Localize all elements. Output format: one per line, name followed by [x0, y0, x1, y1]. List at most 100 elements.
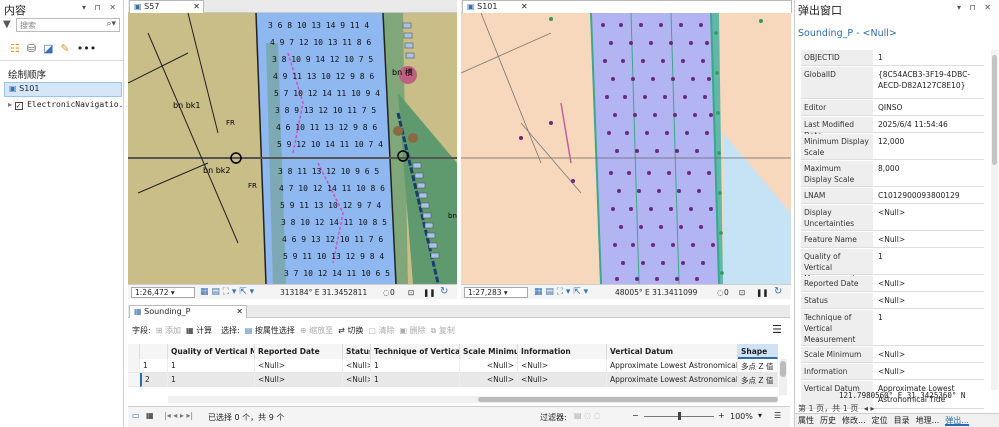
layer-visibility-checkbox[interactable]: ✓ — [14, 102, 23, 110]
layer-search-input[interactable]: 搜索 ⌕▾ — [16, 18, 120, 32]
column-header[interactable]: Scale Minimum — [460, 344, 518, 359]
column-header[interactable]: Quality of Vertical M... — [168, 344, 255, 359]
zoom-in-icon[interactable]: + — [718, 411, 725, 420]
filter-icons[interactable]: ▤ ◌ ◌ — [574, 411, 601, 420]
table-horizontal-scrollbar[interactable] — [168, 396, 778, 403]
table-options-icon[interactable]: ☰ — [774, 411, 781, 420]
table-cell[interactable]: <Null> — [343, 373, 371, 387]
close-tab-icon[interactable]: ✕ — [521, 2, 528, 11]
s101-chart-canvas[interactable] — [461, 13, 791, 284]
zoom-dropdown-icon[interactable]: ▾ — [758, 411, 762, 420]
table-cell[interactable]: <Null> — [460, 373, 518, 387]
list-by-editing-icon[interactable]: ✎ — [61, 42, 70, 55]
row-selector[interactable] — [128, 359, 140, 373]
zoom-level[interactable]: 100% — [730, 412, 753, 421]
column-header[interactable]: Reported Date — [255, 344, 343, 359]
zoom-slider-handle[interactable] — [678, 412, 681, 420]
dock-tab-history[interactable]: 历史 — [820, 415, 836, 426]
list-by-selection-icon[interactable]: ◪ — [43, 42, 53, 55]
expand-arrow-icon[interactable]: ▸ — [8, 100, 12, 109]
table-cell[interactable]: 多点 Z 值 — [738, 373, 778, 387]
filter-icon[interactable]: ▼ — [3, 19, 11, 30]
scrollbar-thumb[interactable] — [992, 55, 997, 165]
dock-tab-catalog[interactable]: 目录 — [894, 415, 910, 426]
pause-drawing-icon[interactable]: ❚❚ — [756, 288, 769, 297]
table-nav-icons[interactable]: |◂ ◂ ▸ ▸| — [164, 411, 193, 420]
grid-icon[interactable]: ⊡ — [408, 288, 414, 297]
popup-field-value: 1 — [878, 53, 883, 62]
pause-drawing-icon[interactable]: ❚❚ — [423, 288, 436, 297]
table-cell[interactable]: 1 — [371, 373, 460, 387]
scrollbar-thumb[interactable] — [780, 361, 786, 377]
map-view-s101[interactable] — [461, 13, 791, 284]
copy-button[interactable]: ⧉ 复制 — [431, 325, 455, 336]
table-menu-icon[interactable]: ☰ — [772, 323, 782, 336]
scale-selector[interactable]: 1:26,472 ▾ — [131, 287, 195, 298]
dock-tab-modify[interactable]: 修改... — [842, 415, 866, 426]
list-by-drawing-order-icon[interactable]: ☷ — [10, 42, 20, 55]
table-cell[interactable]: 1 — [371, 359, 460, 373]
popup-field-name: Minimum Display Scale — [801, 134, 873, 159]
close-tab-icon[interactable]: ✕ — [193, 2, 200, 11]
scale-selector[interactable]: 1:27,283 ▾ — [464, 287, 528, 298]
close-tab-icon[interactable]: ✕ — [236, 307, 243, 316]
pane-window-controls[interactable]: ▾ ⊓ ✕ — [82, 3, 119, 12]
column-header[interactable]: Information — [518, 344, 607, 359]
refresh-icon[interactable]: ↻ — [440, 286, 448, 297]
column-header-shape[interactable]: Shape — [738, 344, 778, 359]
table-cell[interactable]: 1 — [168, 373, 255, 387]
show-all-records-icon[interactable]: ▭ — [132, 411, 140, 420]
switch-button[interactable]: ⇄ 切换 — [338, 325, 363, 336]
table-cell[interactable]: 1 — [168, 359, 255, 373]
table-cell[interactable]: <Null> — [343, 359, 371, 373]
snapping-icon[interactable]: ◌ — [383, 288, 390, 297]
map-item-s101[interactable]: ▣ S101 — [4, 82, 122, 97]
list-by-source-icon[interactable]: ⛁ — [27, 42, 36, 55]
table-cell[interactable]: Approximate Lowest Astronomical Tide — [607, 359, 738, 373]
grid-icon[interactable]: ⊡ — [739, 288, 745, 297]
table-cell[interactable]: 多点 Z 值 — [738, 359, 778, 373]
tab-sounding-p[interactable]: ▦ Sounding_P ✕ — [129, 305, 247, 318]
popup-feature-subtitle[interactable]: Sounding_P - <Null> — [798, 28, 897, 39]
popup-scrollbar[interactable] — [991, 50, 998, 390]
navigation-tools-icons[interactable]: ▦ ▤ ⛶ ▾ ⇱ ▾ — [534, 287, 588, 297]
column-header[interactable]: Technique of Vertical... — [371, 344, 460, 359]
row-selector[interactable] — [128, 373, 140, 387]
table-cell[interactable]: <Null> — [460, 359, 518, 373]
delete-button[interactable]: ▣ 删除 — [399, 325, 425, 336]
dock-tab-geoprocessing[interactable]: 地理... — [916, 415, 940, 426]
dock-tab-locate[interactable]: 定位 — [872, 415, 888, 426]
refresh-icon[interactable]: ↻ — [774, 286, 782, 297]
s57-chart-canvas[interactable]: bn 横 bn bk1 bn bk2 FR FR bn 3 6 8 10 13 … — [128, 13, 457, 284]
snapping-icon[interactable]: ◌ — [717, 288, 724, 297]
table-vertical-scrollbar[interactable] — [779, 359, 787, 395]
table-cell[interactable]: <Null> — [518, 373, 607, 387]
svg-text:5 9 11 13 10 12 9 7 4: 5 9 11 13 10 12 9 7 4 — [280, 201, 381, 210]
tab-s101[interactable]: ▣ S101 ✕ — [462, 0, 792, 13]
table-cell[interactable]: <Null> — [255, 373, 343, 387]
pane-window-controls[interactable]: ▾ ⊓ ✕ — [957, 3, 994, 12]
more-options-icon[interactable]: ••• — [77, 42, 96, 55]
clear-button[interactable]: ▢ 清除 — [368, 325, 394, 336]
dock-tab-attributes[interactable]: 属性 — [798, 415, 814, 426]
calculate-button[interactable]: ▦ 计算 — [186, 325, 212, 336]
navigation-tools-icons[interactable]: ▦ ▤ ⛶ ▾ ⇱ ▾ — [200, 287, 254, 297]
scrollbar-thumb[interactable] — [478, 397, 778, 402]
add-label: 添加 — [164, 325, 181, 335]
zoom-to-button[interactable]: ⊕ 缩放至 — [300, 325, 333, 336]
pager-arrows-icon[interactable]: ◂ ▸ — [864, 404, 875, 413]
add-field-button[interactable]: ⊞ 添加 — [156, 325, 181, 336]
column-header[interactable]: Vertical Datum — [607, 344, 738, 359]
table-cell[interactable]: <Null> — [518, 359, 607, 373]
zoom-out-icon[interactable]: − — [632, 411, 639, 420]
show-selected-records-icon[interactable]: ▦ — [146, 411, 154, 420]
map-view-s57[interactable]: bn 横 bn bk1 bn bk2 FR FR bn 3 6 8 10 13 … — [128, 13, 457, 284]
tab-s57[interactable]: ▣ S57 ✕ — [129, 0, 204, 13]
table-cell[interactable]: Approximate Lowest Astronomical Tide — [607, 373, 738, 387]
select-by-attribute-button[interactable]: ▤ 按属性选择 — [245, 325, 295, 336]
search-icon[interactable]: ⌕▾ — [106, 19, 116, 29]
table-cell[interactable]: <Null> — [255, 359, 343, 373]
column-header[interactable]: Status — [343, 344, 371, 359]
dock-tab-popup[interactable]: 弹出... — [945, 415, 969, 426]
layer-item-electronic-navigation[interactable]: ▸ ✓ ElectronicNavigatio... — [8, 100, 122, 113]
